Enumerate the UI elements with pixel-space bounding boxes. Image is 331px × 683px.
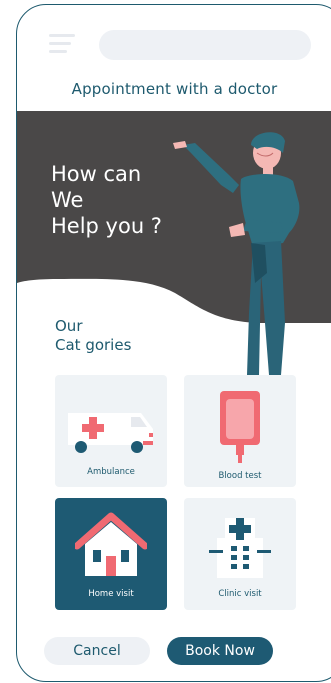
- category-label: Ambulance: [87, 467, 135, 477]
- search-input[interactable]: [99, 30, 311, 60]
- category-card-blood-test[interactable]: Blood test: [184, 375, 296, 487]
- doctor-illustration: [173, 132, 300, 375]
- book-now-button[interactable]: Book Now: [167, 637, 273, 665]
- category-card-home-visit[interactable]: Home visit: [55, 498, 167, 610]
- hamburger-menu-icon[interactable]: [49, 32, 77, 60]
- hospital-icon: [209, 518, 271, 578]
- cancel-button[interactable]: Cancel: [44, 637, 150, 665]
- category-card-clinic-visit[interactable]: Clinic visit: [184, 498, 296, 610]
- phone-frame: Appointment with a doctor How can We Hel…: [16, 4, 331, 682]
- category-card-ambulance[interactable]: Ambulance: [55, 375, 167, 487]
- category-label: Clinic visit: [218, 589, 262, 599]
- house-icon: [75, 512, 147, 576]
- hero-heading: How can We Help you ?: [51, 162, 162, 238]
- page-title: Appointment with a doctor: [71, 80, 278, 98]
- category-label: Home visit: [88, 589, 134, 599]
- blood-bag-icon: [220, 391, 260, 463]
- categories-title: Our Cat gories: [55, 317, 132, 354]
- category-label: Blood test: [218, 471, 262, 481]
- ambulance-icon: [68, 413, 153, 453]
